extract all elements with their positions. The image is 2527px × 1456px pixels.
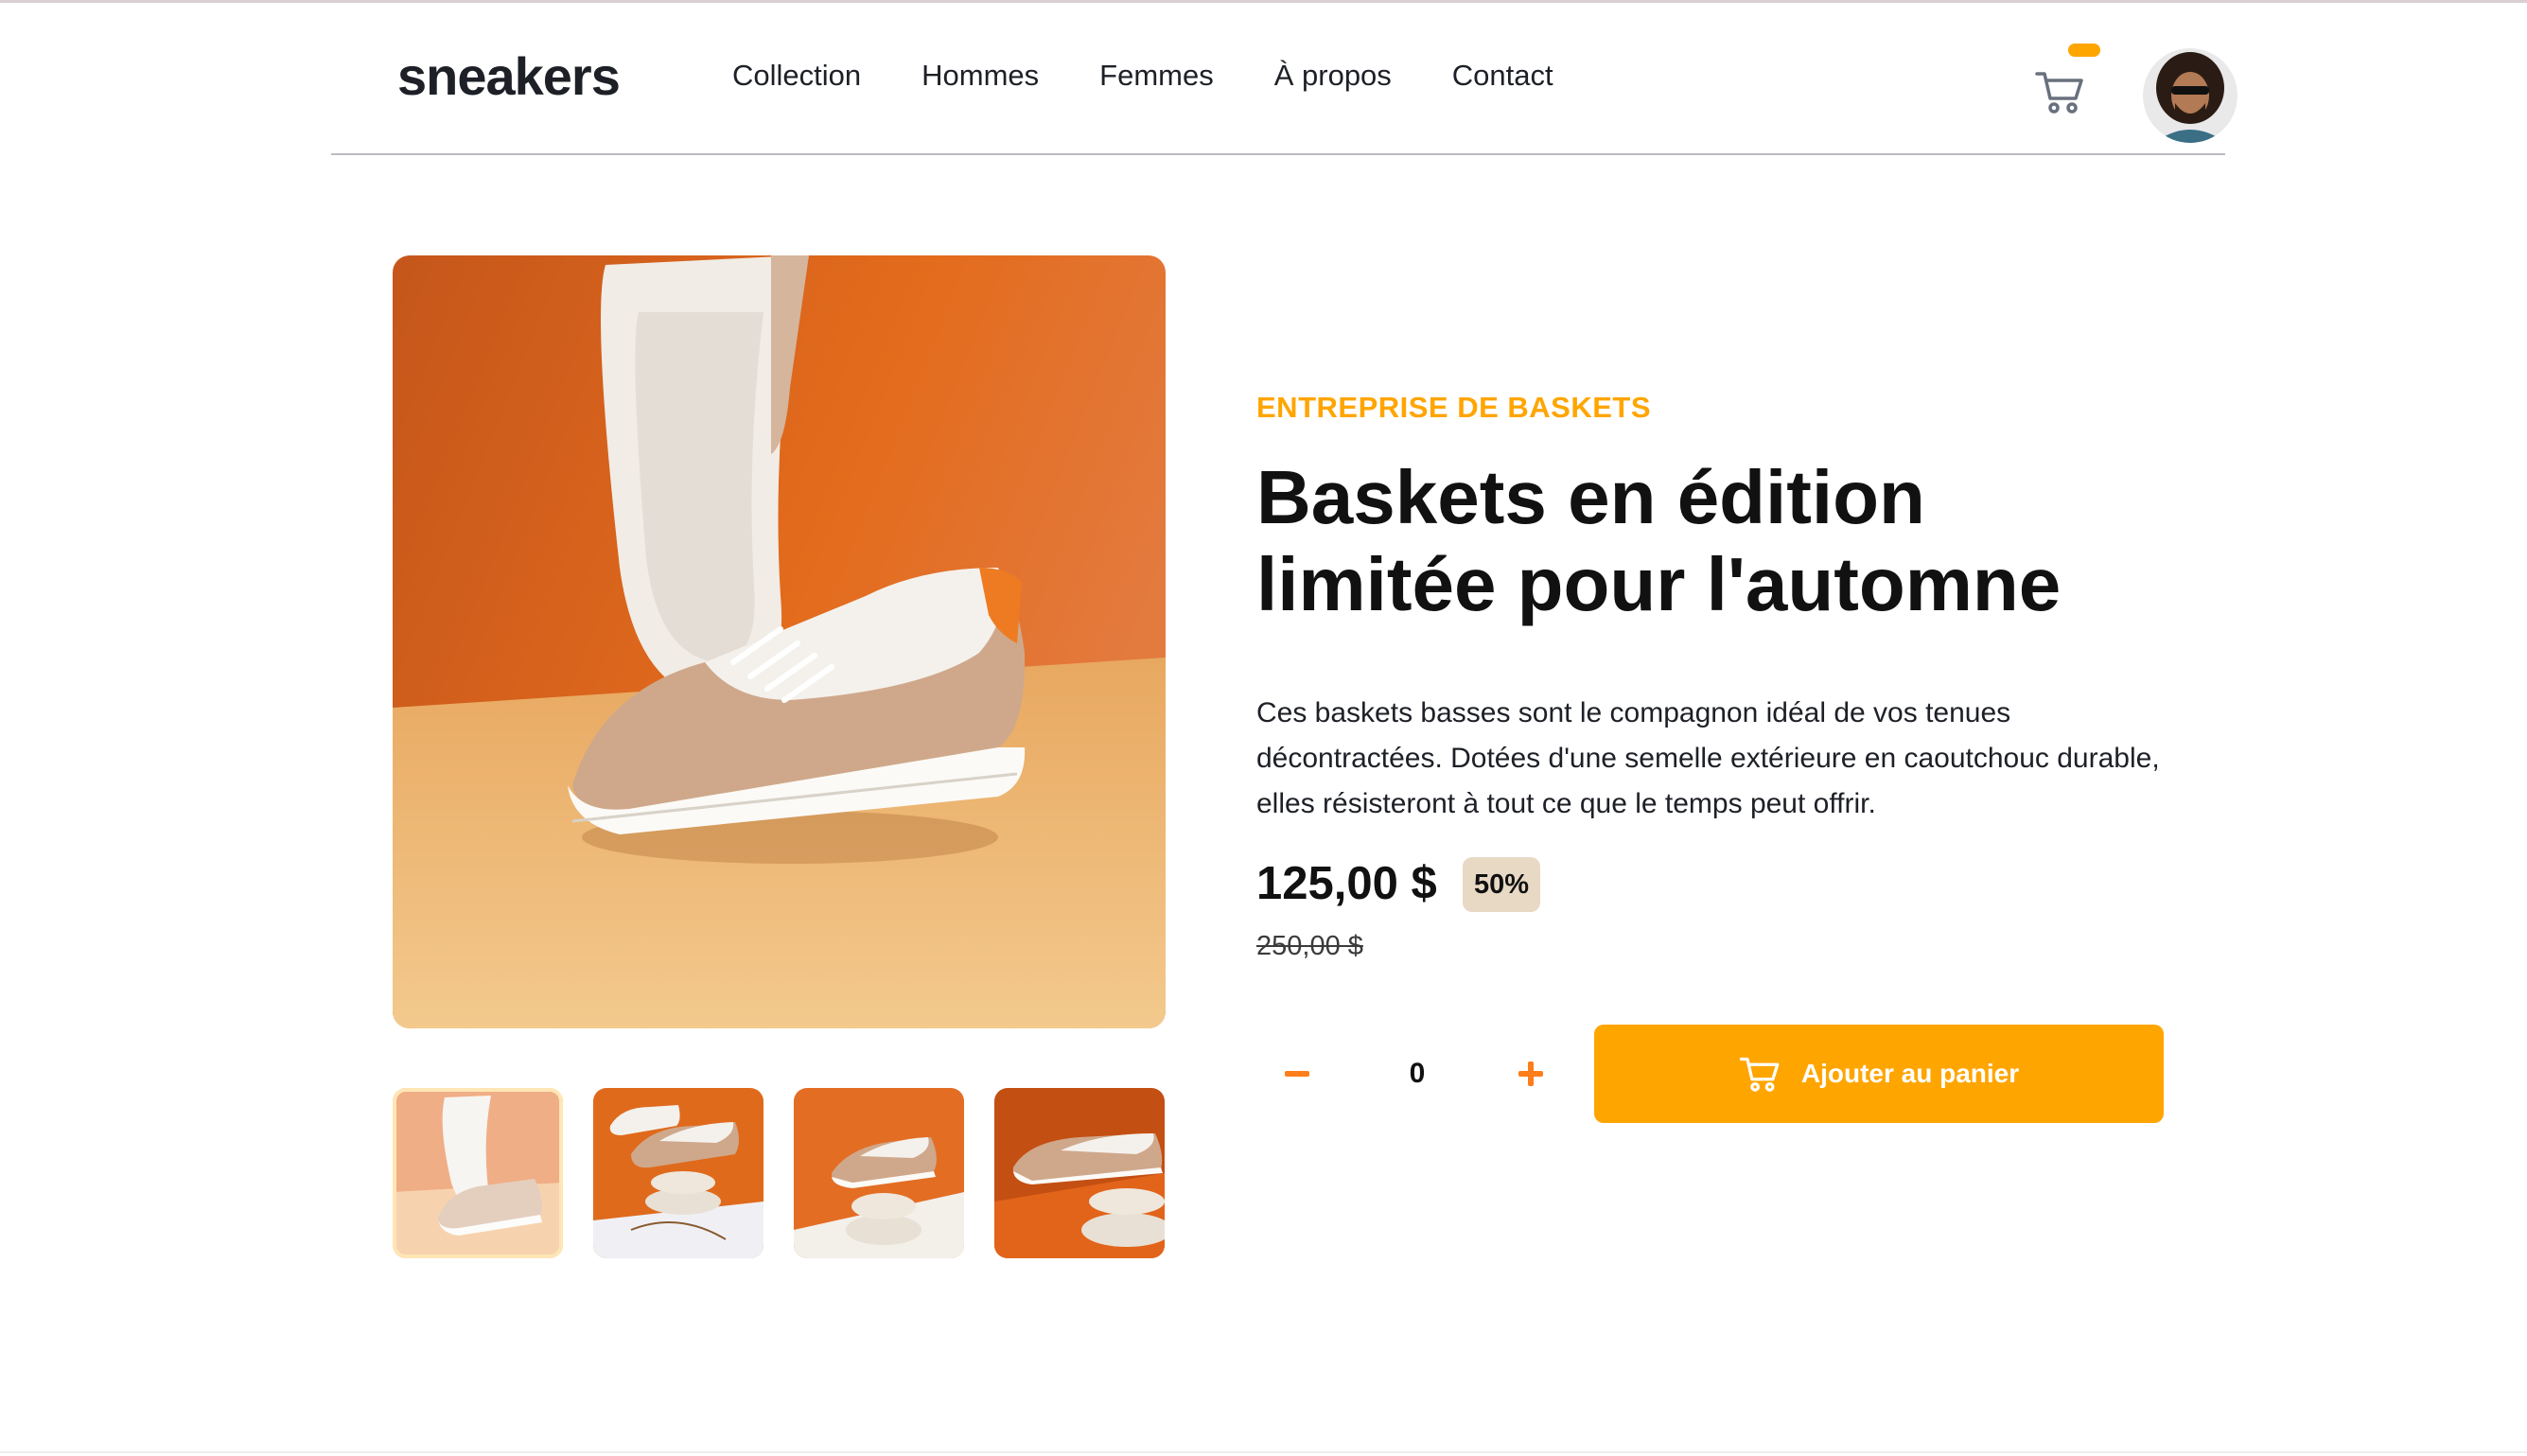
main-nav: Collection Hommes Femmes À propos Contac… (732, 59, 1553, 93)
add-to-cart-button[interactable]: Ajouter au panier (1594, 1025, 2164, 1123)
company-name: ENTREPRISE DE BASKETS (1256, 391, 1652, 424)
original-price: 250,00 $ (1256, 931, 1363, 961)
add-to-cart-label: Ajouter au panier (1800, 1059, 2020, 1088)
thumbnail-1[interactable] (393, 1088, 563, 1258)
product-title: Baskets en édition limitée pour l'automn… (1256, 455, 2062, 626)
thumbnail-4[interactable] (994, 1088, 1165, 1258)
cart-icon (1739, 1057, 1780, 1092)
nav-hommes[interactable]: Hommes (921, 59, 1039, 93)
nav-collection[interactable]: Collection (732, 59, 861, 93)
minus-icon (1285, 1071, 1309, 1077)
main-product-image[interactable] (393, 255, 1166, 1028)
discount-badge: 50% (1463, 857, 1541, 912)
cart-icon (2035, 72, 2083, 114)
cart-button[interactable] (2034, 66, 2085, 117)
quantity-value[interactable]: 0 (1370, 1041, 1465, 1107)
cart-badge (2068, 44, 2100, 57)
thumbnail-2[interactable] (593, 1088, 763, 1258)
bottom-rule (0, 1451, 2527, 1453)
increase-quantity-button[interactable] (1498, 1041, 1564, 1107)
nav-femmes[interactable]: Femmes (1099, 59, 1214, 93)
nav-a-propos[interactable]: À propos (1274, 59, 1392, 93)
user-avatar[interactable] (2143, 48, 2237, 143)
nav-contact[interactable]: Contact (1452, 59, 1553, 93)
current-price: 125,00 $ (1256, 858, 1437, 909)
plus-icon (1518, 1061, 1543, 1086)
logo[interactable]: sneakers (397, 45, 621, 107)
site-header: sneakers Collection Hommes Femmes À prop… (331, 0, 2237, 155)
product-description: Ces baskets basses sont le compagnon idé… (1256, 697, 2160, 819)
decrease-quantity-button[interactable] (1256, 1041, 1323, 1107)
thumbnail-3[interactable] (794, 1088, 964, 1258)
